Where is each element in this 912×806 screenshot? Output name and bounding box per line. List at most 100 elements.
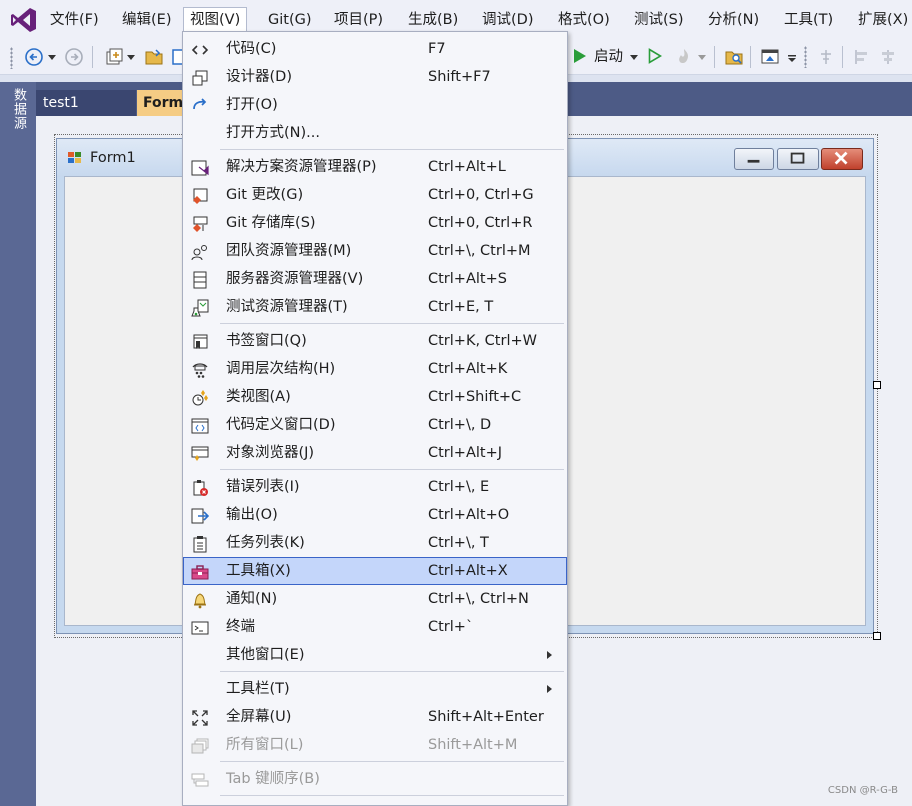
- menu-file[interactable]: 文件(F): [44, 8, 105, 32]
- menu-view[interactable]: 视图(V): [183, 7, 248, 34]
- form-title: Form1: [90, 150, 136, 166]
- menu-item-label: 工具栏(T): [226, 681, 290, 697]
- menu-item-solution-explorer[interactable]: 解决方案资源管理器(P) Ctrl+Alt+L: [183, 153, 567, 181]
- menu-item-label: 代码定义窗口(D): [226, 417, 336, 433]
- menu-item-terminal[interactable]: 终端 Ctrl+`: [183, 613, 567, 641]
- menu-item-shortcut: Ctrl+0, Ctrl+G: [428, 187, 534, 203]
- terminal-icon: [191, 621, 209, 635]
- menu-project[interactable]: 项目(P): [328, 8, 389, 32]
- start-play-icon[interactable]: [573, 48, 587, 64]
- object-browser-icon: [191, 446, 209, 461]
- menu-item-label: 通知(N): [226, 591, 278, 607]
- minimize-button[interactable]: [734, 148, 774, 170]
- dropdown-arrow-icon[interactable]: [127, 55, 135, 60]
- dropdown-arrow-icon[interactable]: [48, 55, 56, 60]
- menu-debug[interactable]: 调试(D): [476, 8, 539, 32]
- toolbar-grip[interactable]: [10, 47, 13, 69]
- open-folder-icon[interactable]: [144, 47, 164, 67]
- menu-item-bookmark-window[interactable]: 书签窗口(Q) Ctrl+K, Ctrl+W: [183, 327, 567, 355]
- menu-item-open-with[interactable]: 打开方式(N)...: [183, 119, 567, 147]
- server-explorer-icon: [193, 271, 207, 289]
- menu-edit[interactable]: 编辑(E): [116, 8, 177, 32]
- bookmark-icon: [193, 334, 208, 349]
- dropdown-arrow-icon[interactable]: [698, 55, 706, 60]
- menu-item-label: 全屏幕(U): [226, 709, 292, 725]
- notification-bell-icon: [194, 593, 206, 609]
- start-button-label[interactable]: 启动: [594, 47, 623, 67]
- menu-item-call-hierarchy[interactable]: 调用层次结构(H) Ctrl+Alt+K: [183, 355, 567, 383]
- menu-item-git-repository[interactable]: Git 存储库(S) Ctrl+0, Ctrl+R: [183, 209, 567, 237]
- menu-build[interactable]: 生成(B): [402, 8, 464, 32]
- menu-item-fullscreen[interactable]: 全屏幕(U) Shift+Alt+Enter: [183, 703, 567, 731]
- menu-item-designer[interactable]: 设计器(D) Shift+F7: [183, 63, 567, 91]
- menu-item-toolbox[interactable]: 工具箱(X) Ctrl+Alt+X: [183, 557, 567, 585]
- tab-order-icon: [191, 773, 209, 787]
- menu-item-test-explorer[interactable]: 测试资源管理器(T) Ctrl+E, T: [183, 293, 567, 321]
- menu-item-code-definition-window[interactable]: 代码定义窗口(D) Ctrl+\, D: [183, 411, 567, 439]
- new-project-icon[interactable]: [104, 47, 124, 67]
- menu-item-label: 服务器资源管理器(V): [226, 271, 364, 287]
- watermark: CSDN @R-G-B: [827, 785, 898, 796]
- menu-item-class-view[interactable]: 类视图(A) Ctrl+Shift+C: [183, 383, 567, 411]
- menu-item-tab-order[interactable]: Tab 键顺序(B): [183, 765, 567, 793]
- menu-item-label: 类视图(A): [226, 389, 291, 405]
- menu-item-shortcut: Ctrl+0, Ctrl+R: [428, 215, 533, 231]
- find-in-files-icon[interactable]: [724, 47, 744, 67]
- menu-analyze[interactable]: 分析(N): [702, 8, 765, 32]
- start-without-debugging-icon[interactable]: [648, 48, 662, 64]
- toolbar-separator: [842, 46, 843, 68]
- align-lefts-icon[interactable]: [852, 47, 872, 67]
- menu-item-error-list[interactable]: 错误列表(I) Ctrl+\, E: [183, 473, 567, 501]
- menu-git[interactable]: Git(G): [262, 8, 318, 32]
- menu-item-shortcut: Ctrl+`: [428, 619, 474, 635]
- git-repository-icon: [193, 216, 208, 232]
- menu-item-all-windows[interactable]: 所有窗口(L) Shift+Alt+M: [183, 731, 567, 759]
- menu-test[interactable]: 测试(S): [628, 8, 690, 32]
- menu-item-label: 团队资源管理器(M): [226, 243, 352, 259]
- toolbar-overflow-icon[interactable]: [788, 55, 796, 62]
- menu-item-shortcut: Ctrl+Alt+X: [428, 563, 508, 579]
- visual-studio-logo-icon[interactable]: [10, 6, 38, 34]
- menu-item-code[interactable]: 代码(C) F7: [183, 35, 567, 63]
- window-layout-icon[interactable]: [760, 47, 780, 67]
- align-to-grid-icon[interactable]: [816, 47, 836, 67]
- left-tool-strip: [0, 82, 36, 806]
- task-list-icon: [193, 536, 207, 553]
- menu-item-shortcut: Ctrl+K, Ctrl+W: [428, 333, 537, 349]
- menu-item-output[interactable]: 输出(O) Ctrl+Alt+O: [183, 501, 567, 529]
- menu-tools[interactable]: 工具(T): [778, 8, 839, 32]
- menu-item-server-explorer[interactable]: 服务器资源管理器(V) Ctrl+Alt+S: [183, 265, 567, 293]
- menu-item-notifications[interactable]: 通知(N) Ctrl+\, Ctrl+N: [183, 585, 567, 613]
- menu-extensions[interactable]: 扩展(X): [852, 8, 912, 32]
- menu-item-shortcut: Ctrl+Shift+C: [428, 389, 522, 405]
- minimize-icon: [747, 159, 760, 163]
- toolbar-separator: [714, 46, 715, 68]
- menu-item-open[interactable]: 打开(O): [183, 91, 567, 119]
- close-button[interactable]: [821, 148, 863, 170]
- menu-item-label: 设计器(D): [226, 69, 292, 85]
- form-app-icon: [68, 152, 81, 163]
- hot-reload-icon[interactable]: [674, 47, 694, 67]
- menu-item-git-changes[interactable]: Git 更改(G) Ctrl+0, Ctrl+G: [183, 181, 567, 209]
- menu-item-object-browser[interactable]: 对象浏览器(J) Ctrl+Alt+J: [183, 439, 567, 467]
- all-windows-icon: [191, 738, 209, 754]
- menu-format[interactable]: 格式(O): [552, 8, 616, 32]
- menu-item-task-list[interactable]: 任务列表(K) Ctrl+\, T: [183, 529, 567, 557]
- menu-item-shortcut: Shift+Alt+M: [428, 737, 518, 753]
- menu-item-team-explorer[interactable]: 团队资源管理器(M) Ctrl+\, Ctrl+M: [183, 237, 567, 265]
- menu-item-toolbars[interactable]: 工具栏(T): [183, 675, 567, 703]
- tab-test1[interactable]: test1: [36, 90, 136, 116]
- menu-item-shortcut: Shift+F7: [428, 69, 491, 85]
- resize-handle-corner[interactable]: [873, 632, 881, 640]
- toolbar-grip[interactable]: [804, 46, 807, 68]
- maximize-button[interactable]: [777, 148, 819, 170]
- back-arrow-icon[interactable]: [24, 47, 44, 67]
- datasource-panel-tab[interactable]: 数据源: [6, 88, 28, 130]
- menu-item-shortcut: Ctrl+\, Ctrl+N: [428, 591, 529, 607]
- resize-handle-right[interactable]: [873, 381, 881, 389]
- menu-item-other-windows[interactable]: 其他窗口(E): [183, 641, 567, 669]
- git-changes-icon: [193, 188, 208, 204]
- dropdown-arrow-icon[interactable]: [630, 55, 638, 60]
- forward-arrow-icon[interactable]: [64, 47, 84, 67]
- align-centers-icon[interactable]: [878, 47, 898, 67]
